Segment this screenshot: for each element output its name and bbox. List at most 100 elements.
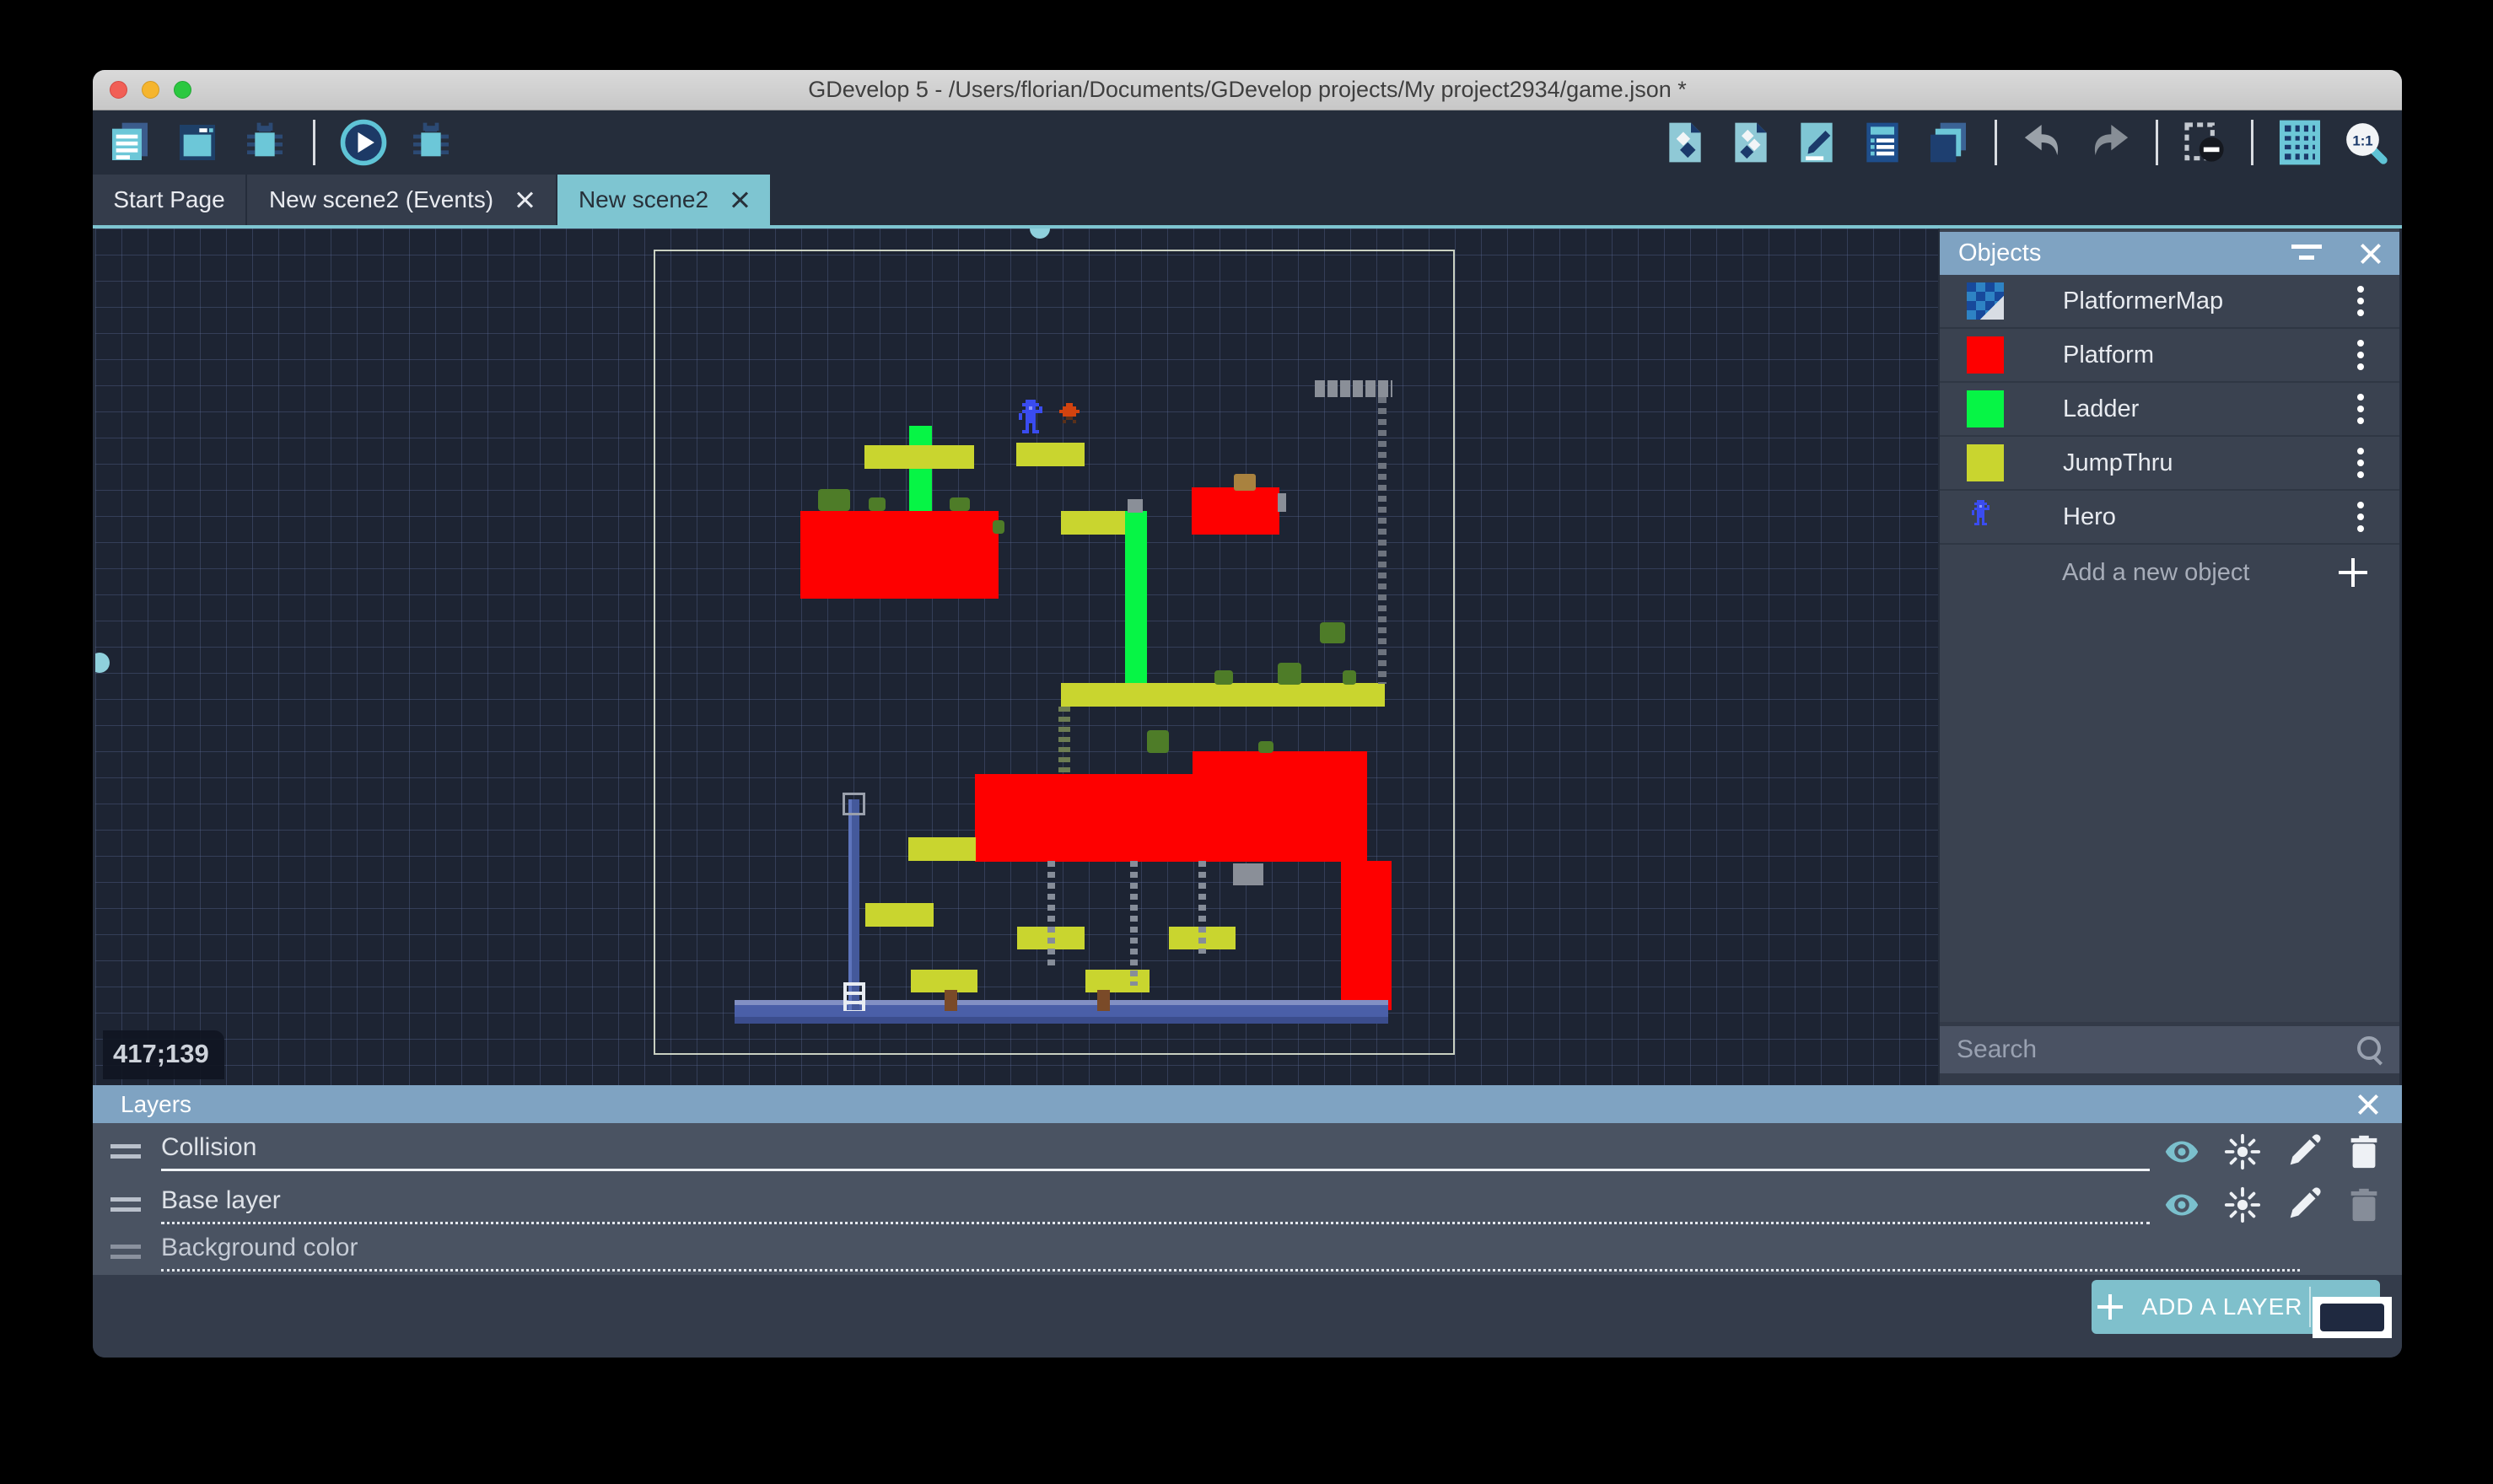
scene-canvas[interactable]: 417;139 [95, 229, 1938, 1085]
layer-name-field[interactable]: Background color [161, 1234, 2300, 1272]
layer-effects-icon[interactable] [2223, 1132, 2262, 1171]
scene-object-grass[interactable] [869, 497, 886, 511]
scene-object-grass[interactable] [950, 497, 970, 511]
debugger-icon[interactable] [240, 118, 289, 167]
object-icon[interactable] [1661, 118, 1710, 167]
zoom-1-1-icon[interactable]: 1:1 [2341, 118, 2390, 167]
project-manager-icon[interactable] [105, 118, 154, 167]
object-menu-icon[interactable] [2357, 298, 2364, 304]
scene-object-grass[interactable] [818, 489, 850, 511]
scene-object-pole[interactable] [848, 799, 859, 1010]
scene-object-yellow[interactable] [865, 903, 934, 927]
debug-run-icon[interactable] [407, 118, 455, 167]
scene-object-chain[interactable] [1047, 861, 1055, 966]
object-menu-icon[interactable] [2357, 513, 2364, 520]
scene-object-yellow[interactable] [1085, 970, 1150, 992]
scene-object-yellow[interactable] [1016, 443, 1085, 466]
tab-start-page[interactable]: Start Page [93, 175, 245, 225]
object-groups-icon[interactable] [1726, 118, 1775, 167]
scene-object-red[interactable] [975, 774, 1367, 862]
scene-object-red[interactable] [800, 511, 999, 599]
scene-object-grass[interactable] [1214, 670, 1233, 685]
object-row-platform[interactable]: Platform [1940, 329, 2399, 383]
drag-handle-icon[interactable] [110, 1143, 141, 1161]
scene-object-yellow[interactable] [908, 837, 976, 861]
delete-layer-icon[interactable] [2345, 1132, 2383, 1171]
visibility-eye-icon[interactable] [2162, 1132, 2201, 1171]
layer-name-field[interactable]: Collision [161, 1133, 2150, 1171]
search-input[interactable] [1957, 1035, 2356, 1064]
layers-icon[interactable] [1924, 118, 1973, 167]
scene-object-box[interactable] [843, 793, 865, 815]
object-row-hero[interactable]: Hero [1940, 491, 2399, 545]
scene-object-green[interactable] [1125, 511, 1147, 685]
scene-object-graybit[interactable] [1128, 499, 1143, 513]
scene-object-red[interactable] [1341, 861, 1392, 1010]
background-color-swatch[interactable] [2313, 1297, 2392, 1338]
tab-new-scene2[interactable]: New scene2 [557, 175, 770, 225]
scene-object-grass[interactable] [1343, 670, 1356, 685]
scene-object-chain[interactable] [1130, 861, 1138, 986]
resize-handle-left[interactable] [95, 653, 110, 673]
close-tab-icon[interactable] [730, 191, 749, 209]
edit-layer-icon[interactable] [2284, 1186, 2323, 1224]
resize-handle-top[interactable] [1030, 229, 1050, 239]
add-new-object-button[interactable]: Add a new object [1940, 545, 2399, 600]
scene-object-enemy[interactable] [1059, 403, 1080, 425]
scene-object-grass[interactable] [993, 520, 1004, 534]
scene-object-chain[interactable] [1198, 861, 1206, 954]
undo-icon[interactable] [2019, 118, 2068, 167]
scene-object-grass[interactable] [1320, 622, 1345, 643]
layer-row-background-color[interactable]: Background color [93, 1229, 2402, 1275]
object-row-ladder[interactable]: Ladder [1940, 383, 2399, 437]
scene-object-grayrow[interactable] [1315, 380, 1392, 397]
scene-object-graybit[interactable] [1278, 493, 1286, 512]
edit-properties-icon[interactable] [1792, 118, 1841, 167]
scene-object-creature[interactable] [1234, 474, 1256, 491]
layer-name-field[interactable]: Base layer [161, 1186, 2150, 1224]
scene-object-yellow[interactable] [1061, 683, 1385, 707]
scene-object-floor[interactable] [735, 1000, 1388, 1024]
tab-new-scene2-events[interactable]: New scene2 (Events) [247, 175, 556, 225]
minimize-window-button[interactable] [142, 81, 159, 99]
close-window-button[interactable] [110, 81, 127, 99]
visibility-eye-icon[interactable] [2162, 1186, 2201, 1224]
scene-object-graybit[interactable] [1233, 863, 1263, 885]
scene-object-grass[interactable] [1278, 663, 1301, 685]
edit-layer-icon[interactable] [2284, 1132, 2323, 1171]
scene-object-hero[interactable] [1019, 400, 1046, 433]
close-tab-icon[interactable] [515, 191, 534, 209]
scene-object-lchain[interactable] [1058, 707, 1070, 774]
layer-row-collision[interactable]: Collision [93, 1123, 2402, 1180]
scene-object-mladder[interactable] [843, 982, 865, 1011]
object-menu-icon[interactable] [2357, 406, 2364, 412]
scene-object-green[interactable] [909, 426, 932, 513]
scene-object-red[interactable] [1193, 751, 1367, 775]
object-menu-icon[interactable] [2357, 352, 2364, 358]
scene-object-chainR[interactable] [1378, 397, 1386, 684]
redo-icon[interactable] [2085, 118, 2134, 167]
scene-object-yellow[interactable] [864, 445, 974, 469]
zoom-window-button[interactable] [174, 81, 191, 99]
close-panel-icon[interactable] [2359, 243, 2381, 265]
layer-row-base-layer[interactable]: Base layer [93, 1180, 2402, 1229]
play-icon[interactable] [339, 118, 388, 167]
drag-handle-icon[interactable] [110, 1243, 141, 1261]
scene-object-grass[interactable] [1147, 730, 1169, 753]
scene-object-trunk[interactable] [1097, 990, 1110, 1011]
object-menu-icon[interactable] [2357, 460, 2364, 466]
scene-object-red[interactable] [1192, 487, 1279, 535]
object-row-jumpthru[interactable]: JumpThru [1940, 437, 2399, 491]
drag-handle-icon[interactable] [110, 1196, 141, 1214]
scene-window-icon[interactable] [173, 118, 222, 167]
scene-object-trunk[interactable] [945, 990, 957, 1011]
layer-effects-icon[interactable] [2223, 1186, 2262, 1224]
scene-object-grass[interactable] [1258, 741, 1273, 753]
instances-list-icon[interactable] [1858, 118, 1907, 167]
scene-object-yellow[interactable] [1061, 511, 1127, 535]
scene-object-yellow[interactable] [911, 970, 977, 992]
object-row-platformermap[interactable]: PlatformerMap [1940, 275, 2399, 329]
selection-mask-icon[interactable] [2180, 118, 2229, 167]
close-panel-icon[interactable] [2356, 1094, 2378, 1116]
filter-icon[interactable] [2290, 241, 2323, 266]
